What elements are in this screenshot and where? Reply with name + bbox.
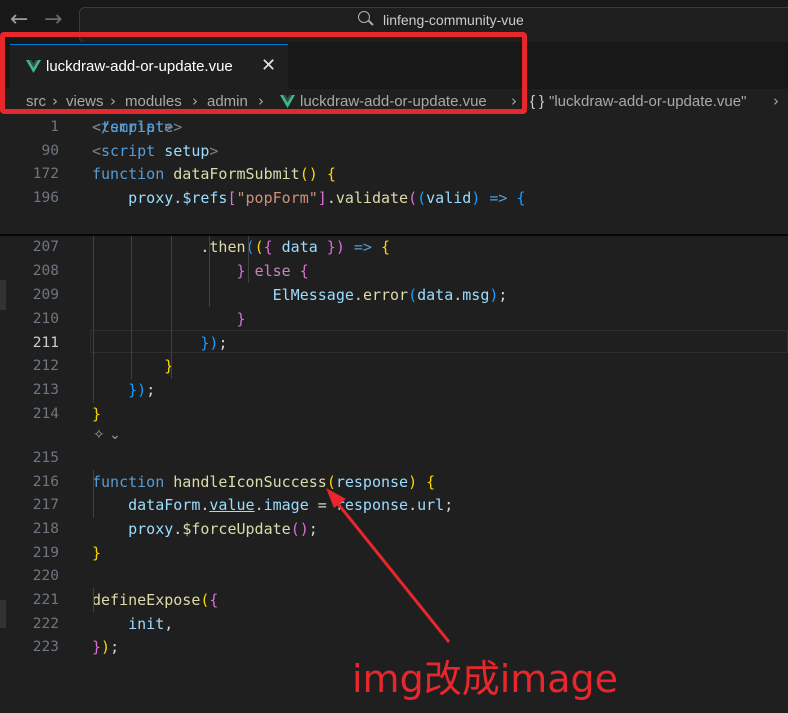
- annotation-text: img改成image: [352, 657, 619, 701]
- annotation-arrow: [326, 488, 451, 643]
